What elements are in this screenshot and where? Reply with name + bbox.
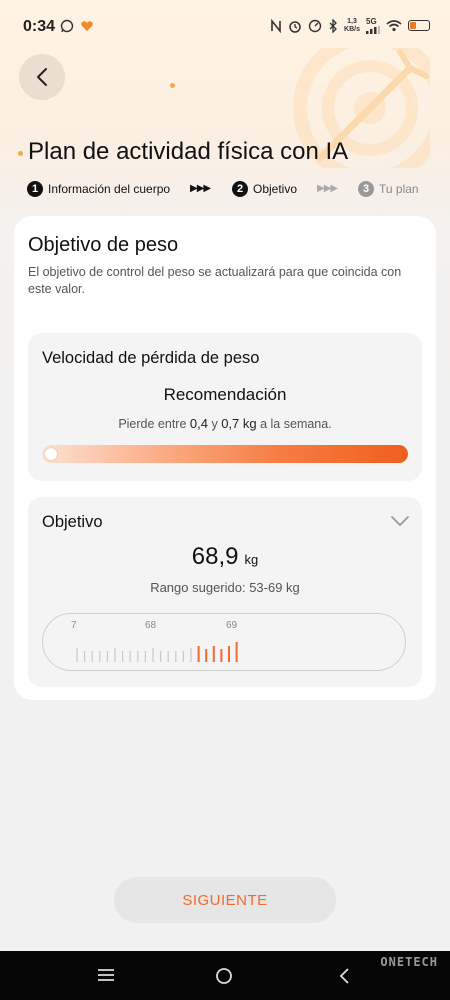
status-right-icons: 1,3 KB/s 5G bbox=[270, 17, 430, 34]
step-number: 2 bbox=[232, 181, 248, 197]
step-number: 1 bbox=[27, 181, 43, 197]
decor-dot bbox=[18, 151, 23, 156]
heart-app-icon bbox=[80, 21, 93, 31]
rec-min-value: 0,4 bbox=[189, 416, 208, 431]
status-time: 0:34 bbox=[23, 18, 56, 35]
watermark: ONETECH bbox=[380, 955, 438, 969]
decor-dot bbox=[170, 83, 175, 88]
goal-weight-unit: kg bbox=[244, 552, 259, 567]
step-plan: 3 Tu plan bbox=[358, 181, 419, 197]
goal-weight-value: 68,9 kg bbox=[191, 543, 259, 570]
next-button[interactable]: SIGUIENTE bbox=[114, 877, 336, 923]
step-body-info: 1 Información del cuerpo bbox=[27, 181, 170, 197]
battery-icon bbox=[408, 20, 430, 31]
weight-loss-speed-card: Velocidad de pérdida de peso Recomendaci… bbox=[28, 333, 422, 481]
nfc-icon bbox=[271, 18, 281, 33]
back-arrow-icon bbox=[37, 68, 47, 86]
status-bar: 0:34 1,3 KB/s 5G bbox=[0, 0, 450, 48]
wifi-icon bbox=[386, 20, 402, 32]
speed-title: Velocidad de pérdida de peso bbox=[42, 349, 260, 367]
speed-slider-handle[interactable] bbox=[45, 448, 57, 460]
alarm-icon bbox=[289, 20, 301, 33]
step-arrows-icon: ▶▶▶ bbox=[190, 183, 211, 194]
goal-title: Objetivo bbox=[42, 513, 103, 531]
recommendation-title: Recomendación bbox=[163, 385, 287, 404]
home-icon[interactable] bbox=[215, 967, 233, 985]
network-type: 5G bbox=[366, 17, 377, 26]
page-title: Plan de actividad física con IA bbox=[28, 138, 349, 165]
chevron-down-icon[interactable] bbox=[390, 515, 410, 527]
whatsapp-icon bbox=[60, 19, 74, 33]
goal-card: Objetivo 68,9 kg Rango sugerido: 53-69 kg… bbox=[28, 497, 422, 687]
step-label: Tu plan bbox=[379, 182, 419, 196]
progress-steps: 1 Información del cuerpo ▶▶▶ 2 Objetivo … bbox=[27, 181, 427, 203]
speedometer-icon bbox=[308, 19, 322, 32]
step-arrows-icon: ▶▶▶ bbox=[317, 183, 338, 194]
back-button[interactable] bbox=[19, 54, 65, 100]
menu-icon[interactable] bbox=[97, 968, 115, 982]
step-label: Información del cuerpo bbox=[48, 182, 171, 196]
navigation-bar: ONETECH bbox=[0, 951, 450, 1000]
step-label: Objetivo bbox=[253, 182, 298, 196]
net-speed: 1,3 KB/s bbox=[344, 17, 360, 33]
back-nav-icon[interactable] bbox=[338, 967, 350, 985]
suggested-range: Rango sugerido: 53-69 kg bbox=[150, 580, 300, 595]
step-number: 3 bbox=[358, 181, 374, 197]
status-left-icons bbox=[60, 19, 94, 34]
weight-ruler-picker[interactable]: 7 68 69 bbox=[42, 613, 406, 671]
ruler-ticks bbox=[76, 642, 238, 662]
speed-slider[interactable] bbox=[42, 445, 408, 463]
signal-icon bbox=[366, 26, 380, 34]
rec-max-value: 0,7 kg bbox=[221, 416, 257, 431]
recommendation-text: Pierde entre 0,4 y 0,7 kg a la semana. bbox=[118, 416, 332, 431]
bluetooth-icon bbox=[329, 18, 337, 33]
weight-goal-title: Objetivo de peso bbox=[28, 234, 179, 256]
weight-goal-description: El objetivo de control del peso se actua… bbox=[28, 265, 402, 296]
step-goal: 2 Objetivo bbox=[232, 181, 297, 197]
